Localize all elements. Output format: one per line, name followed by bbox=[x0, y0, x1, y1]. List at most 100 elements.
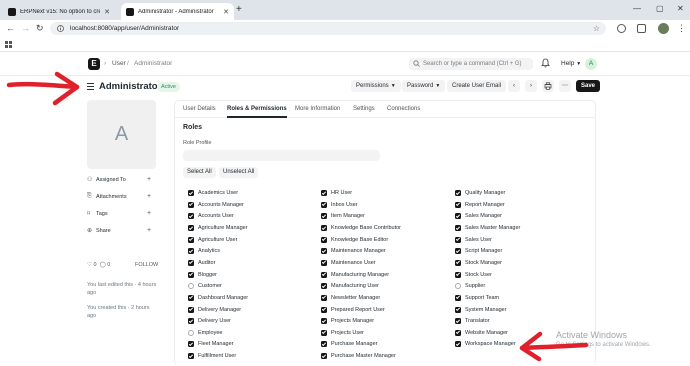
new-tab-icon[interactable]: + bbox=[236, 4, 242, 15]
create-user-email-button[interactable]: Create User Email bbox=[447, 80, 507, 92]
role-checkbox-row[interactable]: Maintenance Manager bbox=[321, 247, 386, 255]
role-checkbox[interactable] bbox=[321, 236, 327, 243]
reload-icon[interactable]: ↻ bbox=[36, 23, 44, 34]
role-checkbox[interactable] bbox=[455, 248, 461, 255]
breadcrumb-administrator[interactable]: Administrator bbox=[134, 60, 172, 67]
role-checkbox-row[interactable]: Report Manager bbox=[455, 201, 505, 209]
role-checkbox[interactable] bbox=[455, 294, 461, 301]
role-checkbox[interactable] bbox=[321, 213, 327, 220]
role-checkbox-row[interactable]: HR User bbox=[321, 189, 352, 197]
role-checkbox-row[interactable]: Knowledge Base Editor bbox=[321, 236, 388, 244]
user-avatar[interactable]: A bbox=[585, 58, 597, 70]
role-checkbox-row[interactable]: Projects Manager bbox=[321, 317, 374, 325]
role-checkbox[interactable] bbox=[321, 329, 327, 336]
role-checkbox-row[interactable]: Supplier bbox=[455, 282, 485, 290]
role-checkbox[interactable] bbox=[321, 259, 327, 266]
profile-avatar[interactable] bbox=[658, 23, 669, 34]
role-checkbox-row[interactable]: Agriculture Manager bbox=[188, 224, 248, 232]
sidebar-toggle-icon[interactable] bbox=[87, 83, 94, 90]
forward-icon[interactable]: → bbox=[21, 23, 30, 33]
role-checkbox-row[interactable]: Script Manager bbox=[455, 247, 502, 255]
print-icon[interactable] bbox=[542, 80, 554, 92]
role-checkbox[interactable] bbox=[455, 271, 461, 278]
role-checkbox-row[interactable]: Fleet Manager bbox=[188, 340, 233, 348]
save-button[interactable]: Save bbox=[576, 80, 601, 92]
comment-icon[interactable]: ◯ bbox=[100, 262, 106, 268]
role-checkbox[interactable] bbox=[321, 294, 327, 301]
role-checkbox[interactable] bbox=[188, 283, 194, 290]
role-checkbox-row[interactable]: Newsletter Manager bbox=[321, 294, 380, 302]
role-checkbox[interactable] bbox=[455, 213, 461, 220]
role-checkbox[interactable] bbox=[188, 236, 194, 243]
role-checkbox-row[interactable]: Manufacturing User bbox=[321, 282, 379, 290]
close-window-icon[interactable]: ✕ bbox=[677, 4, 684, 13]
role-checkbox[interactable] bbox=[455, 329, 461, 336]
awesomebar-search-input[interactable]: Search or type a command (Ctrl + G) bbox=[409, 58, 533, 70]
role-checkbox[interactable] bbox=[321, 271, 327, 278]
role-checkbox[interactable] bbox=[188, 294, 194, 301]
app-logo[interactable]: E bbox=[88, 58, 100, 70]
role-checkbox[interactable] bbox=[455, 341, 461, 348]
browser-tab-1[interactable]: ERPNext v15: No option to cre ✕ bbox=[3, 3, 115, 20]
role-checkbox[interactable] bbox=[455, 318, 461, 325]
role-checkbox-row[interactable]: Auditor bbox=[188, 259, 215, 267]
permissions-dropdown[interactable]: Permissions ▼ bbox=[351, 80, 401, 92]
more-options-icon[interactable]: ⋯ bbox=[559, 80, 571, 92]
role-checkbox[interactable] bbox=[321, 190, 327, 196]
role-checkbox-row[interactable]: Sales User bbox=[455, 236, 492, 244]
password-dropdown[interactable]: Password ▼ bbox=[402, 80, 446, 92]
role-checkbox-row[interactable]: Employee bbox=[188, 329, 222, 337]
role-checkbox[interactable] bbox=[455, 190, 461, 196]
role-checkbox-row[interactable]: Academics User bbox=[188, 189, 238, 197]
role-checkbox-row[interactable]: Maintenance User bbox=[321, 259, 376, 267]
close-tab-icon[interactable]: ✕ bbox=[223, 8, 229, 16]
browser-menu-icon[interactable]: ⋮ bbox=[677, 23, 686, 34]
role-checkbox-row[interactable]: System Manager bbox=[455, 306, 507, 314]
sidebar-item-assigned-to[interactable]: ⚇ Assigned To + bbox=[87, 175, 157, 184]
role-checkbox-row[interactable]: Prepared Report User bbox=[321, 306, 385, 314]
maximize-icon[interactable]: ▢ bbox=[656, 4, 664, 13]
role-checkbox[interactable] bbox=[188, 259, 194, 266]
role-checkbox-row[interactable]: Delivery Manager bbox=[188, 306, 241, 314]
role-checkbox[interactable] bbox=[188, 341, 194, 348]
role-checkbox[interactable] bbox=[455, 306, 461, 313]
role-checkbox-row[interactable]: Projects User bbox=[321, 329, 364, 337]
role-checkbox[interactable] bbox=[455, 201, 461, 208]
apps-grid-icon[interactable] bbox=[5, 41, 12, 48]
role-checkbox-row[interactable]: Stock User bbox=[455, 271, 492, 279]
role-checkbox-row[interactable]: Stock Manager bbox=[455, 259, 502, 267]
role-checkbox-row[interactable]: Sales Manager bbox=[455, 212, 502, 220]
minimize-icon[interactable]: — bbox=[633, 4, 641, 13]
role-checkbox-row[interactable]: Manufacturing Manager bbox=[321, 271, 389, 279]
role-checkbox[interactable] bbox=[188, 353, 194, 360]
role-checkbox[interactable] bbox=[321, 283, 327, 290]
role-checkbox-row[interactable]: Delivery User bbox=[188, 317, 231, 325]
notification-bell-icon[interactable] bbox=[541, 58, 550, 68]
tab-more-information[interactable]: More Information bbox=[295, 106, 340, 112]
breadcrumb-user[interactable]: User bbox=[112, 60, 126, 67]
extension-icon[interactable] bbox=[617, 24, 626, 33]
help-dropdown[interactable]: Help ▼ bbox=[561, 60, 581, 67]
select-all-button[interactable]: Select All bbox=[183, 167, 216, 178]
user-image-placeholder[interactable]: A bbox=[87, 100, 156, 169]
role-checkbox[interactable] bbox=[321, 318, 327, 325]
next-doc-icon[interactable]: › bbox=[525, 80, 537, 92]
address-bar[interactable]: localhost:8080/app/user/Administrator ☆ bbox=[50, 22, 606, 35]
role-checkbox[interactable] bbox=[321, 341, 327, 348]
add-icon[interactable]: + bbox=[147, 210, 151, 217]
bookmark-star-icon[interactable]: ☆ bbox=[593, 24, 600, 33]
role-checkbox-row[interactable]: Website Manager bbox=[455, 329, 508, 337]
role-profile-input[interactable] bbox=[183, 150, 380, 161]
role-checkbox[interactable] bbox=[321, 306, 327, 313]
role-checkbox[interactable] bbox=[321, 224, 327, 231]
role-checkbox-row[interactable]: Accounts Manager bbox=[188, 201, 244, 209]
role-checkbox[interactable] bbox=[188, 318, 194, 325]
role-checkbox[interactable] bbox=[321, 201, 327, 208]
role-checkbox-row[interactable]: Support Team bbox=[455, 294, 499, 302]
back-icon[interactable]: ← bbox=[6, 23, 15, 33]
role-checkbox-row[interactable]: Blogger bbox=[188, 271, 217, 279]
role-checkbox[interactable] bbox=[188, 306, 194, 313]
role-checkbox-row[interactable]: Inbox User bbox=[321, 201, 358, 209]
unselect-all-button[interactable]: Unselect All bbox=[219, 167, 259, 178]
role-checkbox-row[interactable]: Accounts User bbox=[188, 212, 234, 220]
